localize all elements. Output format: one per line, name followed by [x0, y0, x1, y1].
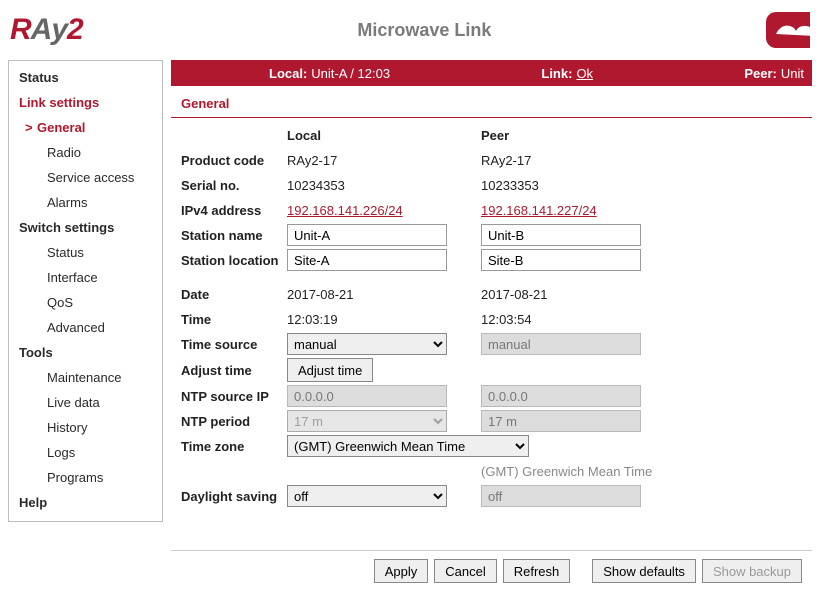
- section-title: General: [171, 86, 812, 118]
- label-station-name: Station name: [181, 228, 287, 243]
- show-backup-button: Show backup: [702, 559, 802, 583]
- status-bar: Local: Unit-A / 12:03 Link: Ok Peer: Uni…: [171, 60, 812, 86]
- statusbar-link-label: Link:: [541, 66, 572, 81]
- link-ipv4-peer[interactable]: 192.168.141.227/24: [481, 203, 597, 218]
- sidebar: Status Link settings General Radio Servi…: [8, 60, 163, 522]
- adjust-time-button[interactable]: Adjust time: [287, 358, 373, 382]
- header: RAy2 Microwave Link: [0, 0, 820, 60]
- main-panel: Local: Unit-A / 12:03 Link: Ok Peer: Uni…: [171, 60, 812, 591]
- label-date: Date: [181, 287, 287, 302]
- statusbar-peer-value: Unit: [781, 66, 804, 81]
- show-defaults-button[interactable]: Show defaults: [592, 559, 696, 583]
- label-serial-no: Serial no.: [181, 178, 287, 193]
- vendor-logo-icon: [766, 10, 810, 50]
- input-time-source-peer: [481, 333, 641, 355]
- value-serial-no-local: 10234353: [287, 178, 481, 193]
- sidebar-item-interface[interactable]: Interface: [9, 265, 162, 290]
- label-product-code: Product code: [181, 153, 287, 168]
- general-form: Local Peer Product code RAy2-17 RAy2-17 …: [171, 128, 812, 520]
- sidebar-item-advanced[interactable]: Advanced: [9, 315, 162, 340]
- sidebar-head-status[interactable]: Status: [9, 65, 162, 90]
- sidebar-item-radio[interactable]: Radio: [9, 140, 162, 165]
- value-time-local: 12:03:19: [287, 312, 481, 327]
- label-daylight-saving: Daylight saving: [181, 489, 287, 504]
- sidebar-item-general[interactable]: General: [9, 115, 162, 140]
- sidebar-item-sw-status[interactable]: Status: [9, 240, 162, 265]
- app-title: Microwave Link: [83, 20, 766, 41]
- sidebar-head-switch-settings[interactable]: Switch settings: [9, 215, 162, 240]
- sidebar-item-maintenance[interactable]: Maintenance: [9, 365, 162, 390]
- column-header-local: Local: [287, 128, 481, 143]
- input-station-name-peer[interactable]: [481, 224, 641, 246]
- value-time-peer: 12:03:54: [481, 312, 675, 327]
- value-time-zone-peer: (GMT) Greenwich Mean Time: [481, 464, 675, 479]
- refresh-button[interactable]: Refresh: [503, 559, 571, 583]
- sidebar-item-live-data[interactable]: Live data: [9, 390, 162, 415]
- sidebar-item-logs[interactable]: Logs: [9, 440, 162, 465]
- select-daylight-local[interactable]: off: [287, 485, 447, 507]
- statusbar-link-value[interactable]: Ok: [576, 66, 593, 81]
- label-ntp-source: NTP source IP: [181, 389, 287, 404]
- label-time-zone: Time zone: [181, 439, 287, 454]
- sidebar-head-help[interactable]: Help: [9, 490, 162, 515]
- value-serial-no-peer: 10233353: [481, 178, 675, 193]
- label-time-source: Time source: [181, 337, 287, 352]
- input-station-name-local[interactable]: [287, 224, 447, 246]
- select-ntp-period-local: 17 m: [287, 410, 447, 432]
- label-ntp-period: NTP period: [181, 414, 287, 429]
- select-time-zone-local[interactable]: (GMT) Greenwich Mean Time: [287, 435, 529, 457]
- product-logo: RAy2: [10, 13, 83, 47]
- sidebar-item-service-access[interactable]: Service access: [9, 165, 162, 190]
- column-header-peer: Peer: [481, 128, 675, 143]
- cancel-button[interactable]: Cancel: [434, 559, 496, 583]
- select-time-source-local[interactable]: manual: [287, 333, 447, 355]
- link-ipv4-local[interactable]: 192.168.141.226/24: [287, 203, 403, 218]
- input-ntp-period-peer: [481, 410, 641, 432]
- value-date-local: 2017-08-21: [287, 287, 481, 302]
- value-date-peer: 2017-08-21: [481, 287, 675, 302]
- label-station-location: Station location: [181, 253, 287, 268]
- sidebar-head-tools[interactable]: Tools: [9, 340, 162, 365]
- input-station-location-local[interactable]: [287, 249, 447, 271]
- input-ntp-source-peer: [481, 385, 641, 407]
- label-adjust-time: Adjust time: [181, 363, 287, 378]
- input-daylight-peer: [481, 485, 641, 507]
- label-ipv4: IPv4 address: [181, 203, 287, 218]
- sidebar-item-alarms[interactable]: Alarms: [9, 190, 162, 215]
- button-bar: Apply Cancel Refresh Show defaults Show …: [171, 550, 812, 591]
- input-station-location-peer[interactable]: [481, 249, 641, 271]
- value-product-code-local: RAy2-17: [287, 153, 481, 168]
- statusbar-peer-label: Peer:: [744, 66, 777, 81]
- sidebar-head-link-settings[interactable]: Link settings: [9, 90, 162, 115]
- statusbar-local-value: Unit-A / 12:03: [311, 66, 390, 81]
- input-ntp-source-local: [287, 385, 447, 407]
- value-product-code-peer: RAy2-17: [481, 153, 675, 168]
- sidebar-item-programs[interactable]: Programs: [9, 465, 162, 490]
- sidebar-item-history[interactable]: History: [9, 415, 162, 440]
- sidebar-item-qos[interactable]: QoS: [9, 290, 162, 315]
- statusbar-local-label: Local:: [269, 66, 307, 81]
- apply-button[interactable]: Apply: [374, 559, 429, 583]
- label-time: Time: [181, 312, 287, 327]
